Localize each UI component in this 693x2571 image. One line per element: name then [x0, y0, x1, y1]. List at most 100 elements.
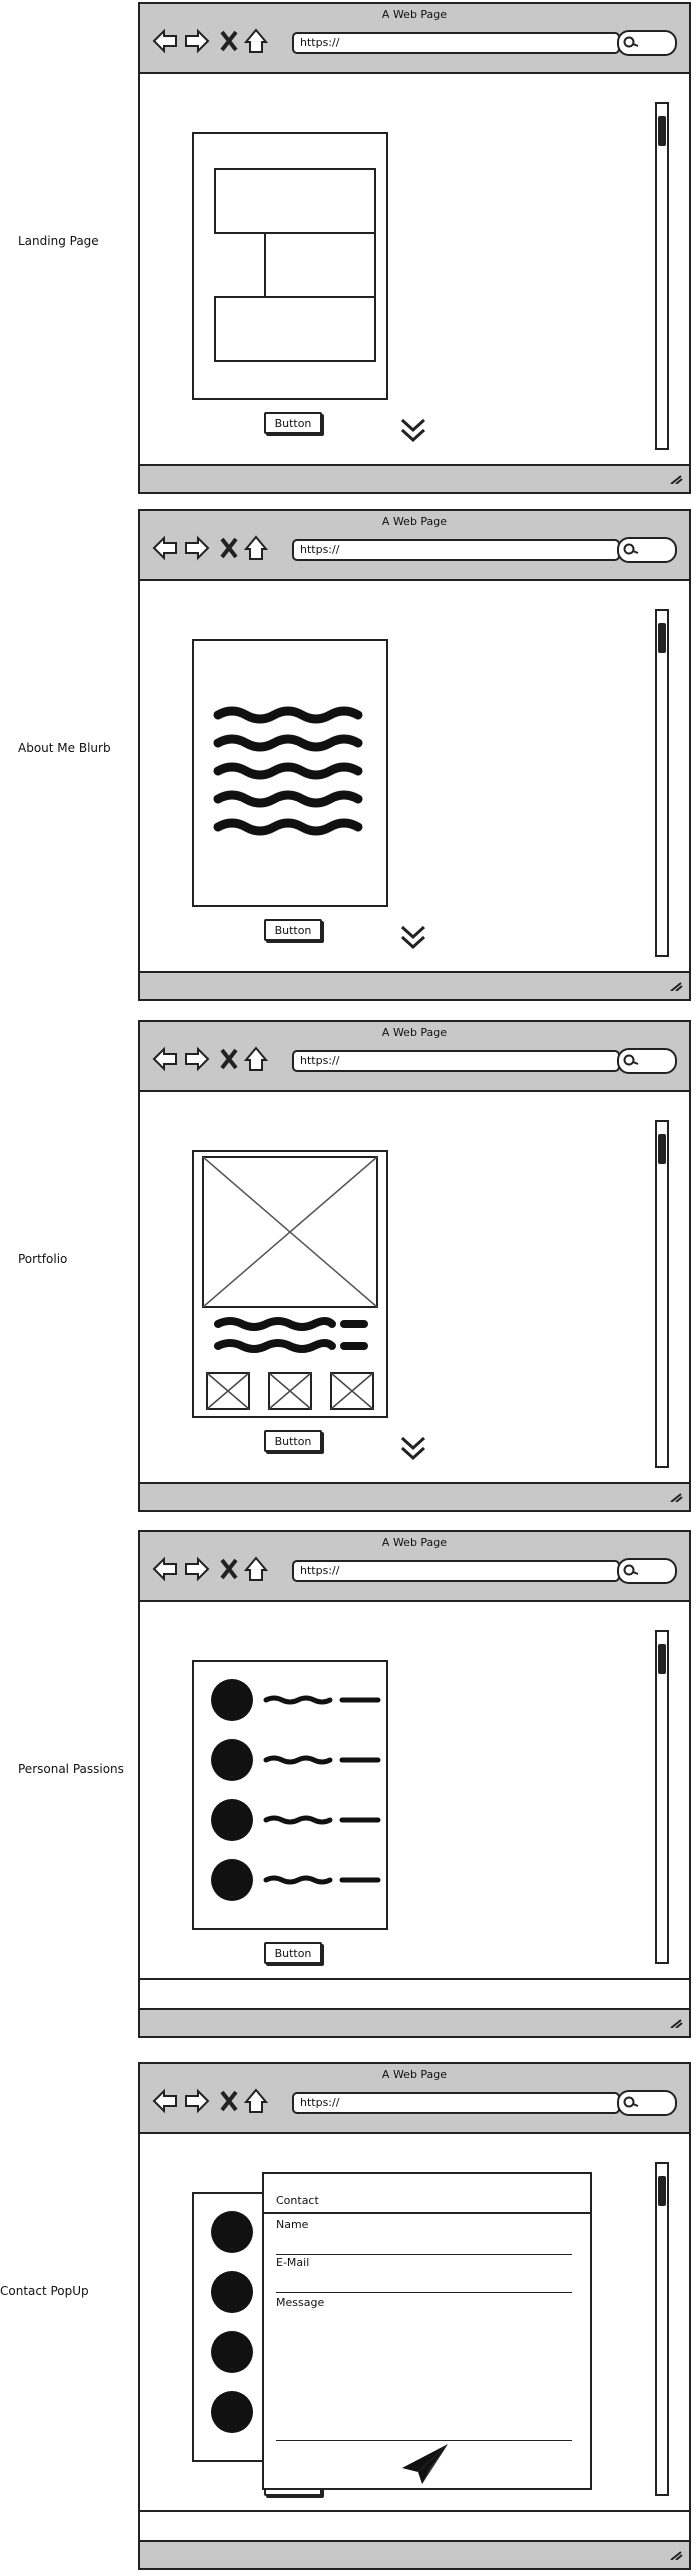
- browser-titlebar: A Web Page https://: [140, 4, 689, 74]
- close-icon: [220, 2090, 238, 2112]
- back-icon: [152, 535, 177, 561]
- landing-content-box: [192, 132, 388, 400]
- scrollbar[interactable]: [655, 609, 669, 957]
- resize-grip-icon[interactable]: [669, 2018, 683, 2028]
- thumbnail-placeholder[interactable]: [330, 1372, 374, 1410]
- popup-divider: [264, 2212, 590, 2214]
- search-box[interactable]: [617, 30, 677, 56]
- url-bar[interactable]: https://: [292, 32, 620, 54]
- browser-titlebar: A Web Page https://: [140, 1022, 689, 1092]
- search-icon: [623, 1564, 639, 1576]
- resize-grip-icon[interactable]: [669, 474, 683, 484]
- status-bar: [140, 2540, 689, 2568]
- status-bar: [140, 2008, 689, 2036]
- nav-icons[interactable]: [152, 2086, 282, 2116]
- search-icon: [623, 2096, 639, 2108]
- status-bar: [140, 971, 689, 999]
- primary-button[interactable]: Button: [264, 1942, 322, 1964]
- name-field-label: Name: [276, 2218, 309, 2231]
- search-box[interactable]: [617, 1048, 677, 1074]
- scrollbar-thumb[interactable]: [658, 1134, 666, 1164]
- message-field-label: Message: [276, 2296, 325, 2309]
- nav-icons[interactable]: [152, 26, 282, 56]
- chevron-down-icon[interactable]: [398, 416, 428, 446]
- portfolio-content-box: [192, 1150, 388, 1418]
- contact-popup: Contact Name E-Mail Message: [262, 2172, 592, 2490]
- email-field[interactable]: [276, 2292, 572, 2293]
- forward-icon: [185, 28, 210, 54]
- scrollbar[interactable]: [655, 1120, 669, 1468]
- scrollbar-thumb[interactable]: [658, 116, 666, 146]
- browser-frame-about: A Web Page https:// Button: [138, 509, 691, 1001]
- forward-icon: [185, 1046, 210, 1072]
- scrollbar-thumb[interactable]: [658, 1644, 666, 1674]
- browser-titlebar: A Web Page https://: [140, 2064, 689, 2134]
- window-title: A Web Page: [381, 1026, 448, 1039]
- about-content-box: [192, 639, 388, 907]
- passion-list: [211, 1679, 381, 1901]
- window-title: A Web Page: [381, 1536, 448, 1549]
- scribbled-caption: [214, 1317, 368, 1353]
- primary-button[interactable]: Button: [264, 412, 322, 434]
- url-bar[interactable]: https://: [292, 1560, 620, 1582]
- nav-icons[interactable]: [152, 1554, 282, 1584]
- nav-icons[interactable]: [152, 1044, 282, 1074]
- back-icon: [152, 1046, 177, 1072]
- close-icon: [220, 30, 238, 52]
- forward-icon: [185, 1556, 210, 1582]
- browser-titlebar: A Web Page https://: [140, 1532, 689, 1602]
- search-box[interactable]: [617, 537, 677, 563]
- label-contact-popup: Contact PopUp: [0, 2284, 89, 2298]
- window-title: A Web Page: [381, 8, 448, 21]
- footer-bar: [140, 2510, 689, 2542]
- email-field-label: E-Mail: [276, 2256, 310, 2269]
- scrollbar[interactable]: [655, 102, 669, 450]
- url-bar[interactable]: https://: [292, 2092, 620, 2114]
- name-field[interactable]: [276, 2254, 572, 2255]
- resize-grip-icon[interactable]: [669, 2550, 683, 2560]
- passion-list: [211, 2211, 253, 2433]
- status-bar: [140, 464, 689, 492]
- search-box[interactable]: [617, 1558, 677, 1584]
- placeholder-block: [264, 232, 376, 298]
- window-title: A Web Page: [381, 2068, 448, 2081]
- window-title: A Web Page: [381, 515, 448, 528]
- browser-titlebar: A Web Page https://: [140, 511, 689, 581]
- contact-heading: Contact: [276, 2194, 319, 2207]
- close-icon: [220, 1048, 238, 1070]
- home-icon: [243, 1556, 269, 1581]
- chevron-down-icon[interactable]: [398, 923, 428, 953]
- scrollbar-thumb[interactable]: [658, 623, 666, 653]
- home-icon: [243, 1046, 269, 1071]
- featured-image-placeholder: [202, 1156, 378, 1308]
- browser-frame-landing: A Web Page https:// Button: [138, 2, 691, 494]
- browser-frame-contact: A Web Page https:// Contact Name E-Mail …: [138, 2062, 691, 2570]
- resize-grip-icon[interactable]: [669, 981, 683, 991]
- scrollbar[interactable]: [655, 2162, 669, 2496]
- status-bar: [140, 1482, 689, 1510]
- close-icon: [220, 537, 238, 559]
- search-box[interactable]: [617, 2090, 677, 2116]
- search-icon: [623, 1054, 639, 1066]
- scrollbar-thumb[interactable]: [658, 2176, 666, 2206]
- message-field[interactable]: [276, 2440, 572, 2441]
- forward-icon: [185, 535, 210, 561]
- home-icon: [243, 535, 269, 560]
- chevron-down-icon[interactable]: [398, 1434, 428, 1464]
- label-about-me: About Me Blurb: [18, 741, 111, 755]
- url-bar[interactable]: https://: [292, 1050, 620, 1072]
- scrollbar[interactable]: [655, 1630, 669, 1964]
- primary-button[interactable]: Button: [264, 1430, 322, 1452]
- home-icon: [243, 28, 269, 53]
- search-icon: [623, 543, 639, 555]
- thumbnail-placeholder[interactable]: [206, 1372, 250, 1410]
- primary-button[interactable]: Button: [264, 919, 322, 941]
- nav-icons[interactable]: [152, 533, 282, 563]
- thumbnail-placeholder[interactable]: [268, 1372, 312, 1410]
- send-icon[interactable]: [400, 2442, 450, 2486]
- placeholder-block: [214, 168, 376, 234]
- url-bar[interactable]: https://: [292, 539, 620, 561]
- forward-icon: [185, 2088, 210, 2114]
- footer-bar: [140, 1978, 689, 2010]
- resize-grip-icon[interactable]: [669, 1492, 683, 1502]
